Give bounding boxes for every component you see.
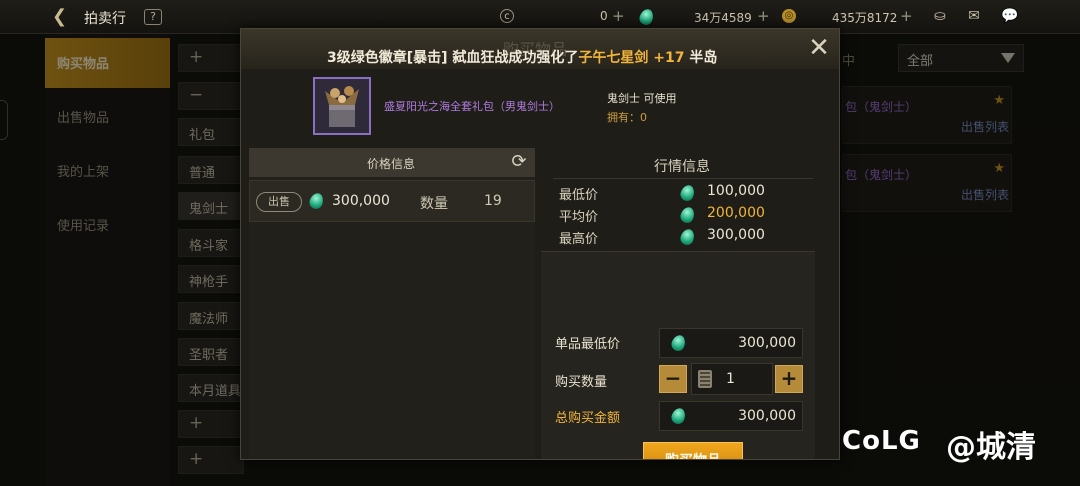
watermark-logo: CoLG bbox=[842, 426, 921, 456]
quantity-label: 数量 bbox=[420, 196, 448, 212]
price-info-title: 价格信息 bbox=[367, 157, 416, 171]
buy-button[interactable]: 购买物品 bbox=[643, 442, 743, 459]
purchase-form: 单品最低价 300,000 购买数量 − 1 + 总购买金额 300,000 购… bbox=[541, 252, 815, 459]
sell-badge: 出售 bbox=[256, 192, 302, 212]
avg-price-value: 200,000 bbox=[707, 205, 765, 221]
chat-icon[interactable]: 💬 bbox=[998, 6, 1022, 26]
ticker-text-tail: 半岛 bbox=[684, 50, 718, 66]
divider bbox=[553, 178, 813, 179]
add-c-coin-button[interactable]: + bbox=[612, 7, 625, 25]
decrease-quantity-button[interactable]: − bbox=[659, 365, 687, 393]
listing-price: 300,000 bbox=[332, 193, 390, 209]
close-button[interactable]: ✕ bbox=[807, 35, 831, 61]
mail-icon[interactable]: ✉ bbox=[962, 6, 986, 26]
storage-icon[interactable]: ⛀ bbox=[928, 6, 952, 26]
gem-amount: 34万4589 bbox=[694, 11, 752, 25]
watermark-user: @城清 bbox=[946, 430, 1036, 465]
quantity-input[interactable]: 1 bbox=[726, 371, 735, 387]
total-price-field: 300,000 bbox=[659, 401, 803, 431]
add-gold-button[interactable]: + bbox=[900, 7, 913, 25]
gem-icon bbox=[307, 191, 326, 213]
unit-min-price-value: 300,000 bbox=[738, 335, 796, 351]
buy-item-dialog: 购买物品 3级绿色徽章[暴击] 弑血狂战成功强化了子午七星剑 +17 半岛 ✕ … bbox=[240, 28, 840, 460]
unit-min-price-label: 单品最低价 bbox=[555, 337, 621, 352]
market-info-title: 行情信息 bbox=[654, 159, 710, 175]
item-owned-count: 拥有：0 bbox=[607, 111, 647, 124]
calculator-icon[interactable] bbox=[698, 370, 712, 388]
gem-icon bbox=[669, 333, 688, 353]
gold-coin-icon: ◎ bbox=[782, 9, 796, 23]
item-icon[interactable] bbox=[313, 77, 371, 135]
refresh-icon[interactable]: ⟳ bbox=[509, 152, 529, 172]
announcement-ticker: 3级绿色徽章[暴击] 弑血狂战成功强化了子午七星剑 +17 半岛 bbox=[241, 47, 839, 69]
avg-price-label: 平均价 bbox=[559, 210, 599, 225]
page-title: 拍卖行 bbox=[84, 11, 126, 27]
price-info-panel: 价格信息 ⟳ 出售 300,000 数量 19 bbox=[249, 148, 535, 459]
item-usable-class: 鬼剑士 可使用 bbox=[607, 92, 677, 105]
item-name: 盛夏阳光之海全套礼包（男鬼剑士） bbox=[384, 100, 560, 113]
back-arrow-icon[interactable]: ❮ bbox=[52, 7, 74, 27]
min-price-value: 100,000 bbox=[707, 183, 765, 199]
help-icon[interactable]: ? bbox=[144, 9, 162, 25]
quantity-stepper[interactable]: 1 bbox=[691, 363, 773, 395]
max-price-value: 300,000 bbox=[707, 227, 765, 243]
gold-amount: 435万8172 bbox=[832, 11, 898, 25]
unit-min-price-field: 300,000 bbox=[659, 328, 803, 358]
increase-quantity-button[interactable]: + bbox=[775, 365, 803, 393]
ticker-text: 3级绿色徽章[暴击] 弑血狂战成功强化了 bbox=[327, 50, 579, 66]
add-gem-button[interactable]: + bbox=[757, 7, 770, 25]
table-row[interactable]: 出售 300,000 数量 19 bbox=[249, 180, 535, 222]
gem-icon bbox=[678, 205, 697, 227]
gem-icon bbox=[637, 7, 656, 29]
quantity-value: 19 bbox=[484, 193, 502, 209]
max-price-label: 最高价 bbox=[559, 232, 599, 247]
c-coin-icon: c bbox=[500, 9, 514, 23]
gem-icon bbox=[678, 227, 697, 249]
total-price-value: 300,000 bbox=[738, 408, 796, 424]
min-price-label: 最低价 bbox=[559, 188, 599, 203]
buy-quantity-label: 购买数量 bbox=[555, 375, 608, 390]
total-price-label: 总购买金额 bbox=[555, 411, 621, 426]
gem-icon bbox=[669, 406, 688, 426]
gem-icon bbox=[678, 183, 697, 205]
market-info-panel: 行情信息 最低价 100,000 平均价 200,000 最高价 300,000… bbox=[541, 148, 815, 459]
ticker-highlight: 子午七星剑 +17 bbox=[578, 50, 685, 66]
c-coin-amount: 0 bbox=[600, 9, 608, 23]
